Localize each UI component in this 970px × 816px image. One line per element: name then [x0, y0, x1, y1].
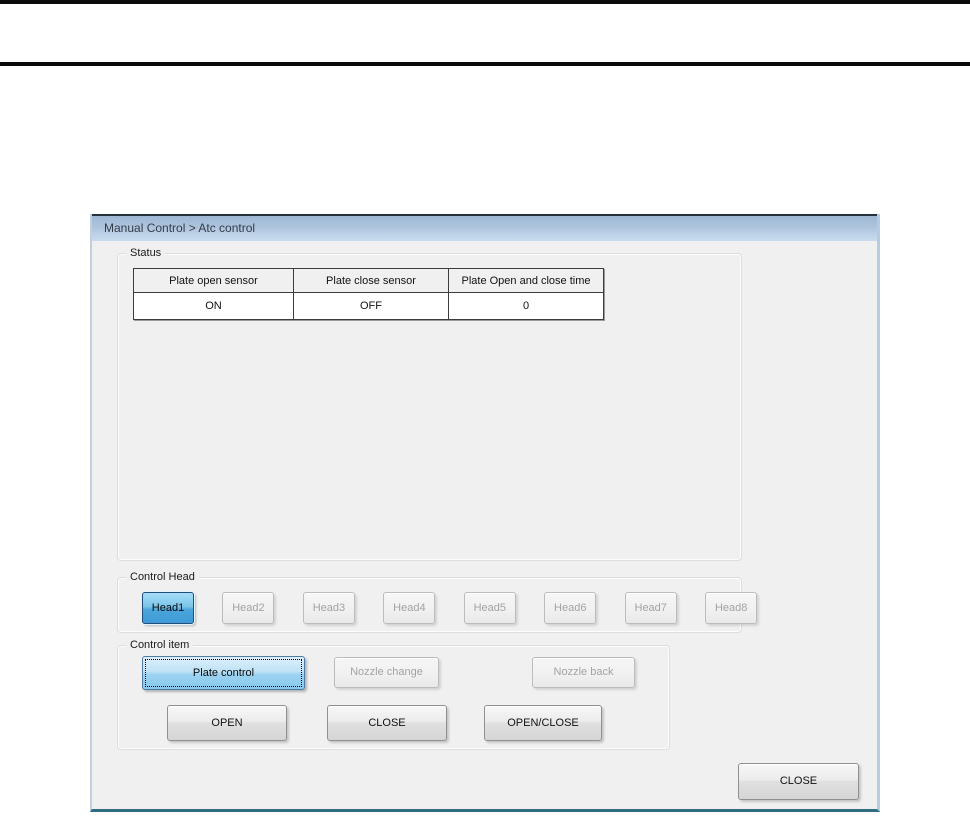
head3-button[interactable]: Head3	[302, 592, 355, 624]
nozzle-back-button[interactable]: Nozzle back	[532, 657, 635, 688]
dialog-titlebar: Manual Control > Atc control	[92, 214, 877, 241]
page-top-rule	[0, 0, 970, 4]
nozzle-change-button[interactable]: Nozzle change	[334, 657, 439, 688]
atc-control-dialog: Manual Control > Atc control Status Plat…	[90, 214, 880, 812]
open-close-button[interactable]: OPEN/CLOSE	[484, 705, 602, 741]
status-header-plate-close-sensor: Plate close sensor	[293, 268, 449, 293]
head7-button[interactable]: Head7	[624, 592, 677, 624]
head8-button[interactable]: Head8	[705, 592, 758, 624]
control-head-group-label: Control Head	[126, 570, 199, 584]
status-value-plate-open-close-time: 0	[448, 292, 604, 320]
page-header-rule	[0, 62, 970, 66]
status-table-value-row: ON OFF 0	[133, 292, 604, 320]
head2-button[interactable]: Head2	[222, 592, 275, 624]
head-button-row: Head1 Head2 Head3 Head4 Head5 Head6 Head…	[142, 592, 781, 625]
head6-button[interactable]: Head6	[544, 592, 597, 624]
head4-button[interactable]: Head4	[383, 592, 436, 624]
plate-control-button[interactable]: Plate control	[142, 656, 305, 690]
document-page: Manual Control > Atc control Status Plat…	[0, 0, 970, 816]
open-button[interactable]: OPEN	[167, 705, 287, 741]
status-table: Plate open sensor Plate close sensor Pla…	[133, 268, 604, 320]
head5-button[interactable]: Head5	[463, 592, 516, 624]
status-value-plate-close-sensor: OFF	[293, 292, 449, 320]
status-groupbox: Status Plate open sensor Plate close sen…	[117, 246, 742, 561]
status-value-plate-open-sensor: ON	[133, 292, 294, 320]
dialog-content: Status Plate open sensor Plate close sen…	[92, 241, 877, 809]
dialog-close-button[interactable]: CLOSE	[738, 763, 859, 800]
status-table-header-row: Plate open sensor Plate close sensor Pla…	[133, 268, 604, 293]
status-header-plate-open-close-time: Plate Open and close time	[448, 268, 604, 293]
dialog-title: Manual Control > Atc control	[104, 221, 256, 235]
control-item-group-label: Control item	[126, 638, 194, 652]
close-action-button[interactable]: CLOSE	[327, 705, 447, 741]
head1-button[interactable]: Head1	[142, 592, 194, 624]
status-header-plate-open-sensor: Plate open sensor	[133, 268, 294, 293]
status-group-label: Status	[126, 246, 166, 260]
